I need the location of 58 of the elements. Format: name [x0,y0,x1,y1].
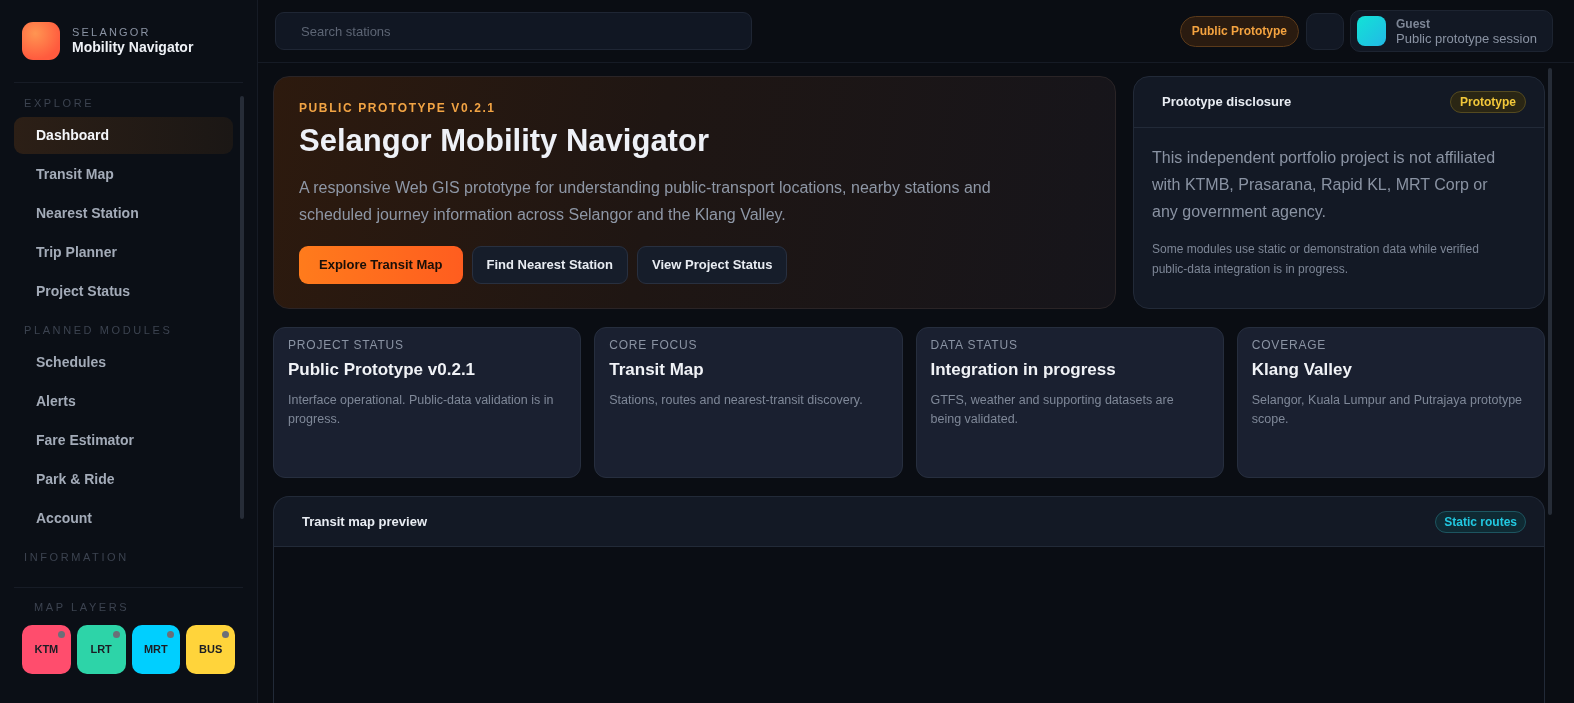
stat-value: Klang Valley [1251,359,1353,381]
nav-section-heading: INFORMATION [23,550,130,564]
status-dot-icon [57,631,65,638]
disclosure-text: This independent portfolio project is not affiliated with KTMB, Prasarana, Rapid KL, MRT Corp or any government agency. [1152,148,1497,222]
brand-subtitle: SELANGOR [72,26,152,39]
scrollbar-thumb[interactable] [1548,68,1552,515]
stat-label: CORE FOCUS [609,338,699,352]
toolbar-button[interactable] [1306,12,1344,50]
stat-description: Interface operational. Public-data validation is in progress. [288,392,555,428]
layer-toggle[interactable]: MRT [131,625,181,674]
status-dot-icon [222,631,229,638]
nav-link[interactable]: Transit Map [14,156,233,193]
user-name: Guest [1396,16,1431,31]
hero-description: A responsive Web GIS prototype for understanding public-transport locations, nearby stations and scheduled journey information across Selangor and the Klang Valley. [299,178,992,225]
status-badge: Prototype [1450,91,1526,113]
status-dot-icon [112,631,120,638]
nav-link[interactable]: Trip Planner [14,234,233,271]
brand-title: Mobility Navigator [72,39,194,56]
search-field[interactable]: Search stations [275,12,752,50]
nav-link[interactable]: Fare Estimator [14,422,233,459]
scrollbar-thumb[interactable] [240,96,244,519]
layer-toggle[interactable]: LRT [76,625,126,674]
stat-value: Integration in progress [930,359,1117,381]
status-badge: Public Prototype [1179,15,1299,47]
layer-toggle[interactable]: BUS [186,625,235,674]
nav-section-heading: PLANNED MODULES [23,323,174,337]
hero-title: Selangor Mobility Navigator [299,123,710,159]
card-title: Transit map preview [302,512,427,531]
avatar-icon [1357,16,1386,46]
layer-toggle[interactable]: KTM [22,625,71,674]
status-badge: Static routes [1435,510,1526,533]
secondary-action-button[interactable]: Find Nearest Station [471,246,628,284]
logo-icon [22,22,60,60]
stat-label: COVERAGE [1251,338,1328,352]
primary-action-button[interactable]: Explore Transit Map [299,246,463,284]
nav-link[interactable]: Alerts [14,383,233,420]
stat-label: PROJECT STATUS [288,338,405,352]
nav-link[interactable]: Dashboard [14,117,233,154]
stat-description: GTFS, weather and supporting datasets are being validated. [930,392,1175,428]
user-menu[interactable]: Guest Public prototype session [1350,10,1553,52]
secondary-action-button[interactable]: View Project Status [636,246,788,284]
hero-eyebrow: PUBLIC PROTOTYPE V0.2.1 [299,101,497,115]
nav-link[interactable]: Schedules [14,344,233,381]
stat-value: Transit Map [609,359,705,381]
user-session: Public prototype session [1396,30,1537,46]
map-layers-heading: MAP LAYERS [33,600,131,614]
nav-link[interactable]: Nearest Station [14,195,233,232]
stat-description: Stations, routes and nearest-transit discovery. [609,392,864,409]
nav-link[interactable]: Project Status [14,273,233,310]
stat-value: Public Prototype v0.2.1 [288,359,477,381]
status-dot-icon [167,631,175,638]
card-title: Prototype disclosure [1162,93,1292,112]
nav-link[interactable]: Park & Ride [14,461,233,498]
disclosure-note: Some modules use static or demonstration data while verified public-data integration is in progress. [1152,241,1480,278]
stat-description: Selangor, Kuala Lumpur and Putrajaya prototype scope. [1251,392,1524,428]
stat-label: DATA STATUS [930,338,1019,352]
nav-section-heading: EXPLORE [23,96,96,110]
nav-link[interactable]: Account [14,500,233,537]
